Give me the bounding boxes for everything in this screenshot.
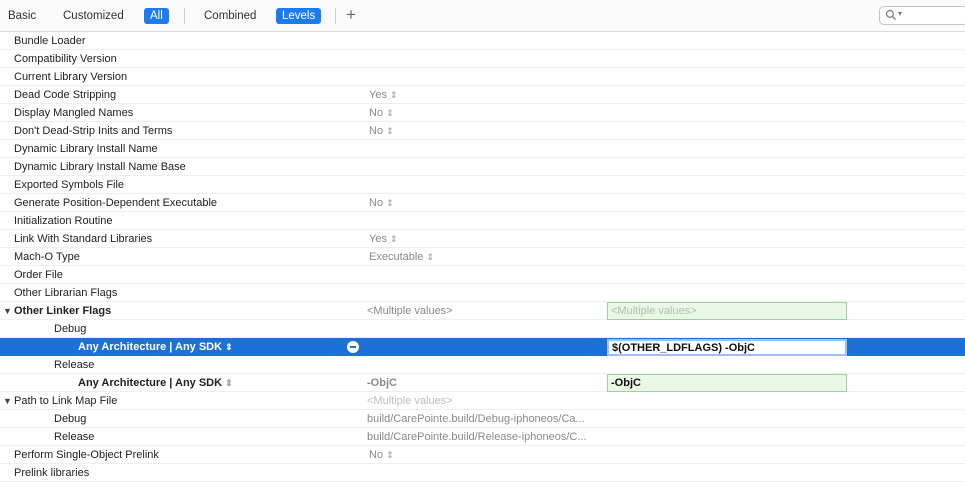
architecture-label[interactable]: Any Architecture | Any SDK ⇕ <box>78 374 233 392</box>
setting-value[interactable]: No ⇕ <box>369 446 394 464</box>
table-row[interactable]: Order File <box>0 266 965 284</box>
setting-name: Prelink libraries <box>14 467 90 479</box>
disclosure-triangle-icon[interactable]: ▼ <box>3 392 12 410</box>
architecture-label[interactable]: Any Architecture | Any SDK ⇕ <box>78 338 233 356</box>
table-row[interactable]: Initialization Routine <box>0 212 965 230</box>
table-row[interactable]: Other Librarian Flags <box>0 284 965 302</box>
setting-name: Dynamic Library Install Name <box>14 143 158 155</box>
setting-name: Current Library Version <box>14 71 128 83</box>
configuration-label: Debug <box>54 323 87 335</box>
table-row-path-to-link-map[interactable]: ▼ Path to Link Map File <Multiple values… <box>0 392 965 410</box>
table-row[interactable]: Release <box>0 356 965 374</box>
filter-basic-button[interactable]: Basic <box>2 8 42 24</box>
setting-name: Initialization Routine <box>14 215 113 227</box>
table-row[interactable]: Don't Dead-Strip Inits and Terms No ⇕ <box>0 122 965 140</box>
view-combined-button[interactable]: Combined <box>198 8 262 24</box>
setting-value[interactable]: Yes ⇕ <box>369 230 398 248</box>
toolbar-divider <box>335 8 336 24</box>
settings-toolbar: Basic Customized All Combined Levels + ▾ <box>0 0 965 32</box>
view-levels-button[interactable]: Levels <box>276 8 322 24</box>
stepper-icon: ⇕ <box>389 90 398 100</box>
toolbar-divider <box>184 8 185 24</box>
table-row[interactable]: Debug <box>0 320 965 338</box>
setting-name: Perform Single-Object Prelink <box>14 449 159 461</box>
resolved-value: -ObjC <box>367 377 397 389</box>
setting-value[interactable]: build/CarePointe.build/Release-iphoneos/… <box>367 428 587 446</box>
setting-name: Bundle Loader <box>14 35 86 47</box>
setting-value[interactable]: Executable ⇕ <box>369 248 434 266</box>
table-row[interactable]: Exported Symbols File <box>0 176 965 194</box>
setting-name: Don't Dead-Strip Inits and Terms <box>14 125 173 137</box>
stepper-icon: ⇕ <box>386 108 394 118</box>
table-row[interactable]: Dead Code Stripping Yes ⇕ <box>0 86 965 104</box>
target-level-value[interactable]: <Multiple values> <box>607 302 847 320</box>
setting-value[interactable]: No ⇕ <box>369 122 394 140</box>
configuration-label: Release <box>54 431 95 443</box>
filter-customized-button[interactable]: Customized <box>57 8 130 24</box>
table-row[interactable]: Perform Single-Object Prelink No ⇕ <box>0 446 965 464</box>
configuration-label: Release <box>54 359 95 371</box>
chevron-down-icon: ▾ <box>898 9 903 18</box>
linker-flags-edit-field[interactable]: $(OTHER_LDFLAGS) -ObjC <box>607 339 847 356</box>
target-level-value[interactable]: -ObjC <box>607 374 847 392</box>
table-row-selected[interactable]: Any Architecture | Any SDK ⇕ $(OTHER_LDFL… <box>0 338 965 356</box>
setting-value[interactable]: build/CarePointe.build/Debug-iphoneos/Ca… <box>367 410 585 428</box>
stepper-icon: ⇕ <box>386 198 394 208</box>
setting-name: Order File <box>14 269 63 281</box>
table-row[interactable]: Display Mangled Names No ⇕ <box>0 104 965 122</box>
table-row[interactable]: Mach-O Type Executable ⇕ <box>0 248 965 266</box>
configuration-label: Debug <box>54 413 87 425</box>
table-row[interactable]: Release build/CarePointe.build/Release-i… <box>0 428 965 446</box>
setting-value[interactable]: Yes ⇕ <box>369 86 398 104</box>
setting-name: Dead Code Stripping <box>14 89 117 101</box>
setting-value[interactable]: No ⇕ <box>369 104 394 122</box>
setting-name: Path to Link Map File <box>14 395 118 407</box>
setting-name: Link With Standard Libraries <box>14 233 153 245</box>
table-row[interactable]: Link With Standard Libraries Yes ⇕ <box>0 230 965 248</box>
table-row[interactable]: Any Architecture | Any SDK ⇕ -ObjC -ObjC <box>0 374 965 392</box>
search-field[interactable]: ▾ <box>879 6 965 25</box>
setting-name: Display Mangled Names <box>14 107 134 119</box>
table-row[interactable]: Current Library Version <box>0 68 965 86</box>
setting-name: Exported Symbols File <box>14 179 125 191</box>
table-row[interactable]: Generate Position-Dependent Executable N… <box>0 194 965 212</box>
filter-all-button[interactable]: All <box>144 8 169 24</box>
setting-name: Dynamic Library Install Name Base <box>14 161 186 173</box>
setting-value[interactable]: No ⇕ <box>369 194 394 212</box>
stepper-icon: ⇕ <box>389 234 398 244</box>
resolved-value: <Multiple values> <box>367 305 453 317</box>
settings-table: Bundle Loader Compatibility Version Curr… <box>0 32 965 482</box>
table-row-other-linker-flags[interactable]: ▼ Other Linker Flags <Multiple values> <… <box>0 302 965 320</box>
table-row[interactable]: Prelink libraries <box>0 464 965 482</box>
stepper-icon: ⇕ <box>386 450 394 460</box>
setting-name: Other Librarian Flags <box>14 287 118 299</box>
table-row[interactable]: Dynamic Library Install Name <box>0 140 965 158</box>
table-row[interactable]: Dynamic Library Install Name Base <box>0 158 965 176</box>
table-row[interactable]: Debug build/CarePointe.build/Debug-iphon… <box>0 410 965 428</box>
stepper-icon: ⇕ <box>386 126 394 136</box>
resolved-value: <Multiple values> <box>367 395 453 407</box>
setting-name: Mach-O Type <box>14 251 80 263</box>
table-row[interactable]: Compatibility Version <box>0 50 965 68</box>
stepper-icon: ⇕ <box>225 378 233 388</box>
add-setting-button[interactable]: + <box>346 5 356 25</box>
table-row[interactable]: Bundle Loader <box>0 32 965 50</box>
search-icon <box>885 9 896 20</box>
setting-name: Compatibility Version <box>14 53 117 65</box>
remove-condition-button[interactable] <box>347 341 359 353</box>
stepper-icon: ⇕ <box>426 252 434 262</box>
setting-name: Other Linker Flags <box>14 305 112 317</box>
disclosure-triangle-icon[interactable]: ▼ <box>3 302 12 320</box>
stepper-icon: ⇕ <box>225 342 233 352</box>
setting-name: Generate Position-Dependent Executable <box>14 197 218 209</box>
